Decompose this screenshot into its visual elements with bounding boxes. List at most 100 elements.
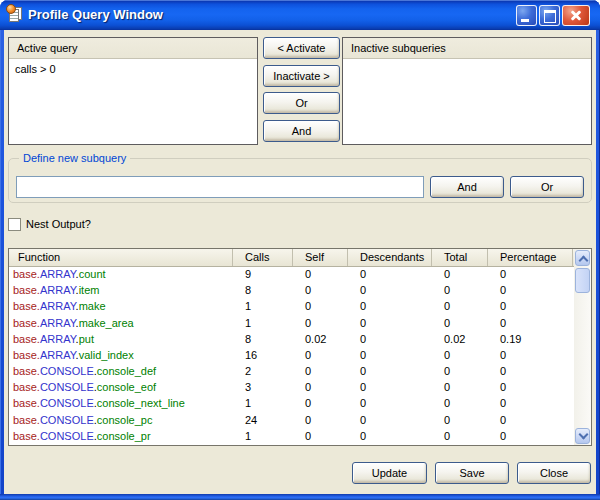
function-cell: base.ARRAY.put	[9, 332, 233, 348]
inactivate-button-label: Inactivate >	[273, 70, 330, 82]
scroll-up-button[interactable]	[575, 250, 590, 266]
value-cell: 0	[488, 364, 573, 380]
value-cell: 0	[488, 299, 573, 315]
function-cell: base.ARRAY.make	[9, 299, 233, 315]
table-row[interactable]: base.ARRAY.item80000	[9, 283, 574, 299]
value-cell: 16	[233, 348, 293, 364]
table-row[interactable]: base.ARRAY.make_area10000	[9, 316, 574, 332]
column-header-function[interactable]: Function	[9, 249, 233, 266]
active-query-item[interactable]: calls > 0	[15, 62, 251, 77]
value-cell: 0	[432, 413, 488, 429]
value-cell: 0	[432, 267, 488, 283]
value-cell: 0.19	[488, 332, 573, 348]
client-area: Active query calls > 0 < Activate Inacti…	[4, 30, 596, 494]
value-cell: 0.02	[432, 332, 488, 348]
function-cell: base.ARRAY.item	[9, 283, 233, 299]
value-cell: 0	[293, 364, 348, 380]
value-cell: 0	[432, 429, 488, 445]
value-cell: 0	[432, 380, 488, 396]
function-cell: base.CONSOLE.console_eof	[9, 380, 233, 396]
inactive-subqueries-panel: Inactive subqueries	[342, 37, 592, 145]
value-cell: 0	[432, 316, 488, 332]
minimize-button[interactable]	[516, 5, 537, 26]
and-button[interactable]: And	[263, 120, 340, 142]
table-row[interactable]: base.CONSOLE.console_def20000	[9, 364, 574, 380]
value-cell: 0	[348, 332, 432, 348]
value-cell: 0	[488, 396, 573, 412]
nest-output-label: Nest Output?	[26, 218, 91, 231]
table-row[interactable]: base.ARRAY.put80.0200.020.19	[9, 332, 574, 348]
value-cell: 8	[233, 332, 293, 348]
subquery-or-label: Or	[541, 181, 553, 193]
function-cell: base.CONSOLE.console_pc	[9, 413, 233, 429]
active-query-header: Active query	[9, 38, 257, 59]
scroll-thumb[interactable]	[575, 268, 590, 293]
value-cell: 2	[233, 364, 293, 380]
save-button[interactable]: Save	[435, 462, 509, 484]
value-cell: 0	[293, 413, 348, 429]
close-button[interactable]	[562, 5, 590, 26]
scroll-down-button[interactable]	[575, 428, 590, 444]
function-table: Function Calls Self Descendants Total Pe…	[8, 248, 592, 446]
value-cell: 9	[233, 267, 293, 283]
activate-button[interactable]: < Activate	[263, 37, 340, 59]
value-cell: 0	[293, 429, 348, 445]
nest-output-checkbox[interactable]	[8, 218, 21, 231]
value-cell: 0	[348, 413, 432, 429]
function-cell: base.ARRAY.make_area	[9, 316, 233, 332]
subquery-input[interactable]	[16, 176, 424, 198]
define-subquery-label: Define new subquery	[19, 152, 130, 164]
update-button-label: Update	[372, 467, 407, 479]
value-cell: 0	[348, 380, 432, 396]
table-row[interactable]: base.CONSOLE.console_pr10000	[9, 429, 574, 445]
column-header-total[interactable]: Total	[432, 249, 488, 266]
app-icon	[7, 6, 24, 23]
value-cell: 8	[233, 283, 293, 299]
value-cell: 1	[233, 316, 293, 332]
value-cell: 0	[348, 364, 432, 380]
subquery-and-button[interactable]: And	[430, 176, 504, 198]
value-cell: 0	[432, 348, 488, 364]
column-header-calls[interactable]: Calls	[233, 249, 293, 266]
function-cell: base.CONSOLE.console_def	[9, 364, 233, 380]
orange-ball	[6, 4, 16, 14]
save-button-label: Save	[459, 467, 484, 479]
inactivate-button[interactable]: Inactivate >	[263, 65, 340, 87]
table-row[interactable]: base.CONSOLE.console_next_line10000	[9, 396, 574, 412]
value-cell: 0	[348, 429, 432, 445]
value-cell: 0	[348, 267, 432, 283]
value-cell: 0	[432, 396, 488, 412]
value-cell: 0.02	[293, 332, 348, 348]
table-row[interactable]: base.CONSOLE.console_eof30000	[9, 380, 574, 396]
function-cell: base.CONSOLE.console_next_line	[9, 396, 233, 412]
table-row[interactable]: base.ARRAY.make10000	[9, 299, 574, 315]
value-cell: 1	[233, 299, 293, 315]
subquery-or-button[interactable]: Or	[510, 176, 584, 198]
value-cell: 1	[233, 396, 293, 412]
update-button[interactable]: Update	[352, 462, 427, 484]
value-cell: 0	[488, 283, 573, 299]
value-cell: 0	[293, 348, 348, 364]
inactive-subqueries-list[interactable]	[343, 59, 591, 65]
table-row[interactable]: base.ARRAY.count90000	[9, 267, 574, 283]
or-button[interactable]: Or	[263, 92, 340, 114]
close-action-button[interactable]: Close	[517, 462, 591, 484]
column-header-percentage[interactable]: Percentage	[488, 249, 573, 266]
column-header-self[interactable]: Self	[293, 249, 348, 266]
maximize-button[interactable]	[539, 5, 560, 26]
table-row[interactable]: base.ARRAY.valid_index160000	[9, 348, 574, 364]
value-cell: 3	[233, 380, 293, 396]
function-cell: base.ARRAY.count	[9, 267, 233, 283]
inactive-subqueries-header: Inactive subqueries	[343, 38, 591, 59]
table-body: base.ARRAY.count90000base.ARRAY.item8000…	[9, 267, 574, 445]
activate-button-label: < Activate	[277, 42, 325, 54]
title-bar[interactable]: Profile Query Window	[0, 0, 600, 30]
table-scrollbar[interactable]	[574, 249, 591, 445]
window-title: Profile Query Window	[28, 7, 163, 22]
column-header-descendants[interactable]: Descendants	[348, 249, 432, 266]
value-cell: 1	[233, 429, 293, 445]
value-cell: 0	[293, 267, 348, 283]
table-row[interactable]: base.CONSOLE.console_pc240000	[9, 413, 574, 429]
value-cell: 0	[293, 316, 348, 332]
active-query-list[interactable]: calls > 0	[9, 59, 257, 80]
